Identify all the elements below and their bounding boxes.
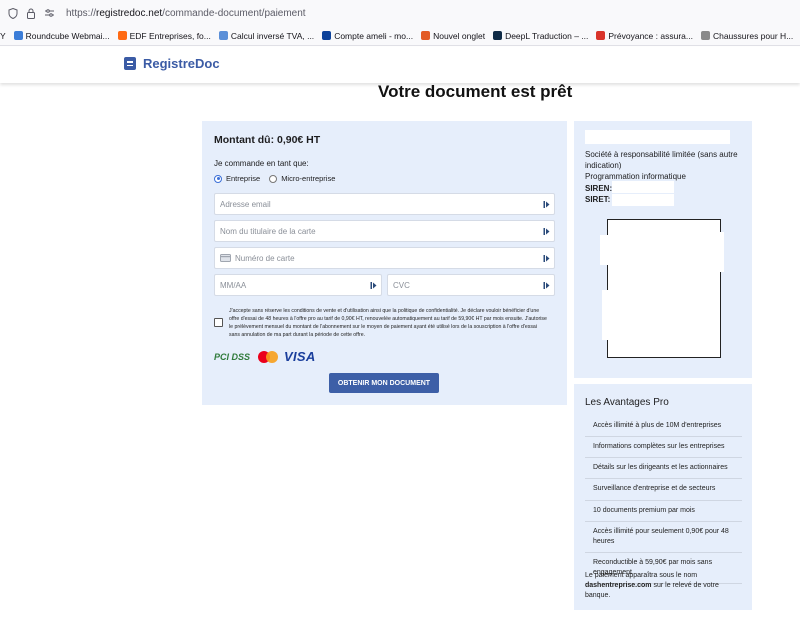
redaction-block — [602, 290, 614, 340]
bookmark-favicon-icon — [117, 31, 127, 40]
submit-button[interactable]: OBTENIR MON DOCUMENT — [329, 373, 439, 393]
bookmark-favicon-icon — [596, 31, 606, 40]
bookmark-label: Y — [0, 30, 6, 41]
payment-logos: PCI DSS VISA — [214, 349, 316, 364]
advantage-item: Surveillance d'entreprise et de secteurs — [585, 479, 742, 501]
visa-logo: VISA — [284, 349, 316, 364]
bookmark-item[interactable]: DeepL Traduction – ... — [493, 31, 588, 41]
redacted-siren — [612, 181, 674, 193]
order-as-label: Je commande en tant que: — [214, 159, 309, 168]
bookmark-label: EDF Entreprises, fo... — [129, 30, 211, 41]
bookmark-favicon-icon — [322, 31, 332, 40]
autofill-icon[interactable] — [543, 254, 550, 263]
company-legal-form: Société à responsabilité limitée (sans a… — [585, 150, 738, 171]
bookmark-label: Prévoyance : assura... — [608, 30, 693, 41]
advantage-item: Accès illimité à plus de 10M d'entrepris… — [585, 416, 742, 438]
payment-card: Montant dû: 0,90€ HT Je commande en tant… — [202, 121, 567, 405]
radio-micro-entreprise[interactable] — [269, 174, 278, 183]
bookmark-item[interactable]: Roundcube Webmai... — [13, 30, 110, 41]
radio-entreprise-label[interactable]: Entreprise — [226, 174, 260, 183]
document-preview — [600, 219, 724, 358]
email-field[interactable]: Adresse email — [214, 193, 555, 215]
bookmark-item[interactable]: Y — [0, 31, 6, 41]
cardholder-placeholder: Nom du titulaire de la carte — [220, 226, 316, 236]
brand-name: RegistreDoc — [143, 56, 220, 71]
bookmark-favicon-icon — [421, 31, 431, 40]
advantages-list: Accès illimité à plus de 10M d'entrepris… — [585, 416, 742, 585]
redaction-block — [600, 235, 614, 265]
advantage-item: Détails sur les dirigeants et les action… — [585, 458, 742, 480]
browser-url-bar[interactable]: https://registredoc.net/commande-documen… — [0, 0, 800, 26]
lock-icon[interactable] — [24, 6, 38, 20]
bookmark-item[interactable]: Calcul inversé TVA, ... — [218, 30, 315, 41]
bookmark-item[interactable]: Prévoyance : assura... — [596, 31, 693, 41]
bookmark-label: Roundcube Webmai... — [25, 30, 110, 41]
pci-dss-logo: PCI DSS — [214, 351, 251, 362]
terms-checkbox[interactable] — [214, 318, 223, 327]
bookmark-label: Nouvel onglet — [433, 30, 486, 41]
bookmark-label: Chaussures pour H... — [712, 30, 794, 41]
redacted-siret — [612, 194, 674, 206]
company-info-panel: Société à responsabilité limitée (sans a… — [574, 121, 752, 378]
autofill-icon[interactable] — [370, 281, 377, 290]
url-domain: registredoc.net — [96, 7, 163, 19]
bookmark-favicon-icon — [13, 31, 23, 40]
site-header: RegistreDoc — [0, 47, 800, 83]
bookmark-item[interactable]: Chaussures pour H... — [700, 30, 794, 41]
url-text[interactable]: https://registredoc.net/commande-documen… — [66, 8, 306, 19]
permissions-icon[interactable] — [42, 6, 56, 20]
document-icon — [124, 57, 136, 70]
siren-label: SIREN: — [585, 183, 613, 193]
bookmarks-bar: Y Roundcube Webmai... EDF Entreprises, fo.… — [0, 26, 800, 46]
redaction-block — [710, 280, 720, 300]
billing-note: Le paiement apparaîtra sous le nom dashe… — [585, 571, 735, 600]
brand-logo[interactable]: RegistreDoc — [124, 56, 220, 71]
shield-icon[interactable] — [6, 6, 20, 20]
cvc-placeholder: CVC — [393, 280, 410, 290]
bookmark-item[interactable]: Compte ameli - mo... — [322, 31, 413, 41]
radio-micro-entreprise-label[interactable]: Micro-entreprise — [281, 174, 335, 183]
billing-note-pre: Le paiement apparaîtra sous le nom — [585, 572, 698, 579]
cvc-field[interactable]: CVC — [387, 274, 555, 296]
advantages-title: Les Avantages Pro — [585, 397, 669, 408]
autofill-icon[interactable] — [543, 200, 550, 209]
page-title: Votre document est prêt — [378, 82, 573, 101]
advantage-item: Informations complètes sur les entrepris… — [585, 437, 742, 459]
advantage-item: 10 documents premium par mois — [585, 501, 742, 522]
autofill-icon[interactable] — [543, 227, 550, 236]
advantage-item: Accès illimité pour seulement 0,90€ pour… — [585, 522, 742, 553]
order-as-group: Entreprise Micro-entreprise — [214, 174, 335, 183]
amount-due: Montant dû: 0,90€ HT — [214, 134, 321, 146]
bookmark-label: DeepL Traduction – ... — [505, 30, 589, 41]
card-number-placeholder: Numéro de carte — [235, 253, 295, 263]
siret-label: SIRET: — [585, 194, 611, 204]
bookmark-favicon-icon — [218, 31, 228, 40]
bookmark-label: Compte ameli - mo... — [334, 30, 414, 41]
url-prefix: https:// — [66, 7, 97, 19]
radio-entreprise[interactable] — [214, 174, 222, 183]
redacted-company-name — [585, 130, 730, 144]
autofill-icon[interactable] — [543, 281, 550, 290]
bookmark-favicon-icon — [493, 31, 503, 40]
bookmark-item[interactable]: Nouvel onglet — [421, 31, 485, 41]
bookmark-label: Calcul inversé TVA, ... — [230, 30, 315, 41]
email-placeholder: Adresse email — [220, 199, 271, 209]
billing-note-brand: dashentreprise.com — [585, 581, 652, 589]
terms-text: J'accepte sans réserve les conditions de… — [229, 308, 547, 339]
bookmark-favicon-icon — [700, 31, 710, 40]
expiry-placeholder: MM/AA — [220, 280, 247, 290]
bookmark-item[interactable]: EDF Entreprises, fo... — [117, 30, 211, 41]
advantages-panel: Les Avantages Pro Accès illimité à plus … — [574, 384, 752, 610]
mastercard-logo — [258, 350, 279, 363]
url-path: /commande-document/paiement — [162, 7, 306, 19]
credit-card-icon — [220, 254, 231, 262]
card-number-field[interactable]: Numéro de carte — [214, 247, 555, 269]
redaction-block — [708, 232, 724, 272]
expiry-field[interactable]: MM/AA — [214, 274, 382, 296]
cardholder-name-field[interactable]: Nom du titulaire de la carte — [214, 220, 555, 242]
